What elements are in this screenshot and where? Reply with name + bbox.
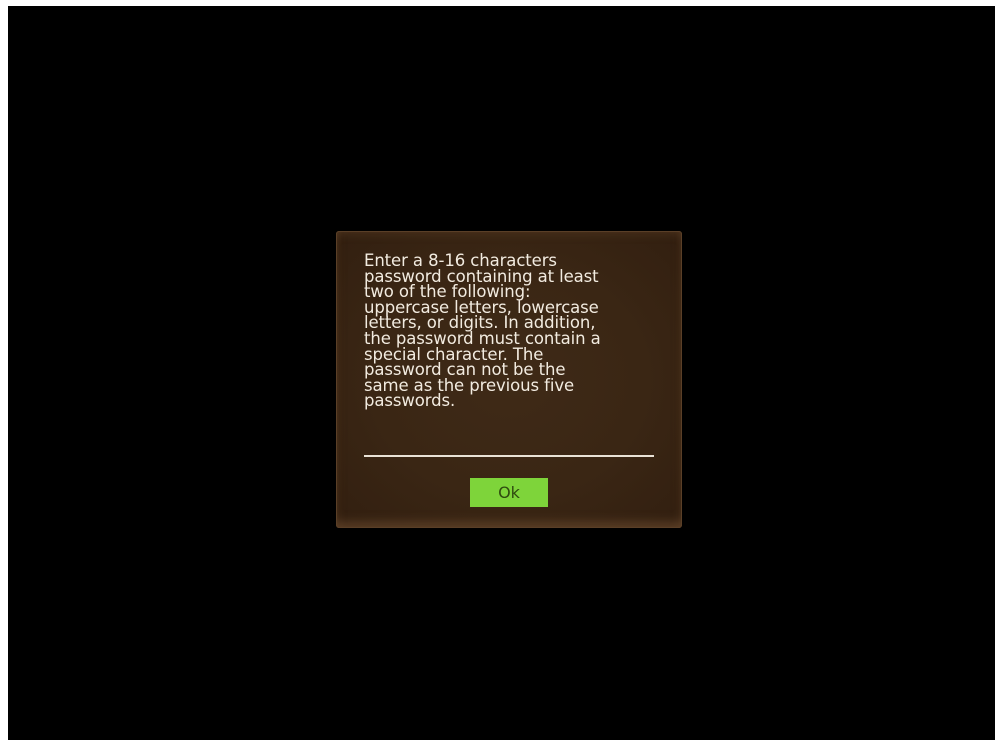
ok-button[interactable]: Ok: [470, 478, 548, 507]
dialog-message: Enter a 8-16 characters password contain…: [364, 251, 601, 411]
password-rules-dialog: Enter a 8-16 characters password contain…: [336, 231, 682, 528]
screen-background: Enter a 8-16 characters password contain…: [8, 6, 995, 740]
dialog-divider: [364, 455, 654, 457]
